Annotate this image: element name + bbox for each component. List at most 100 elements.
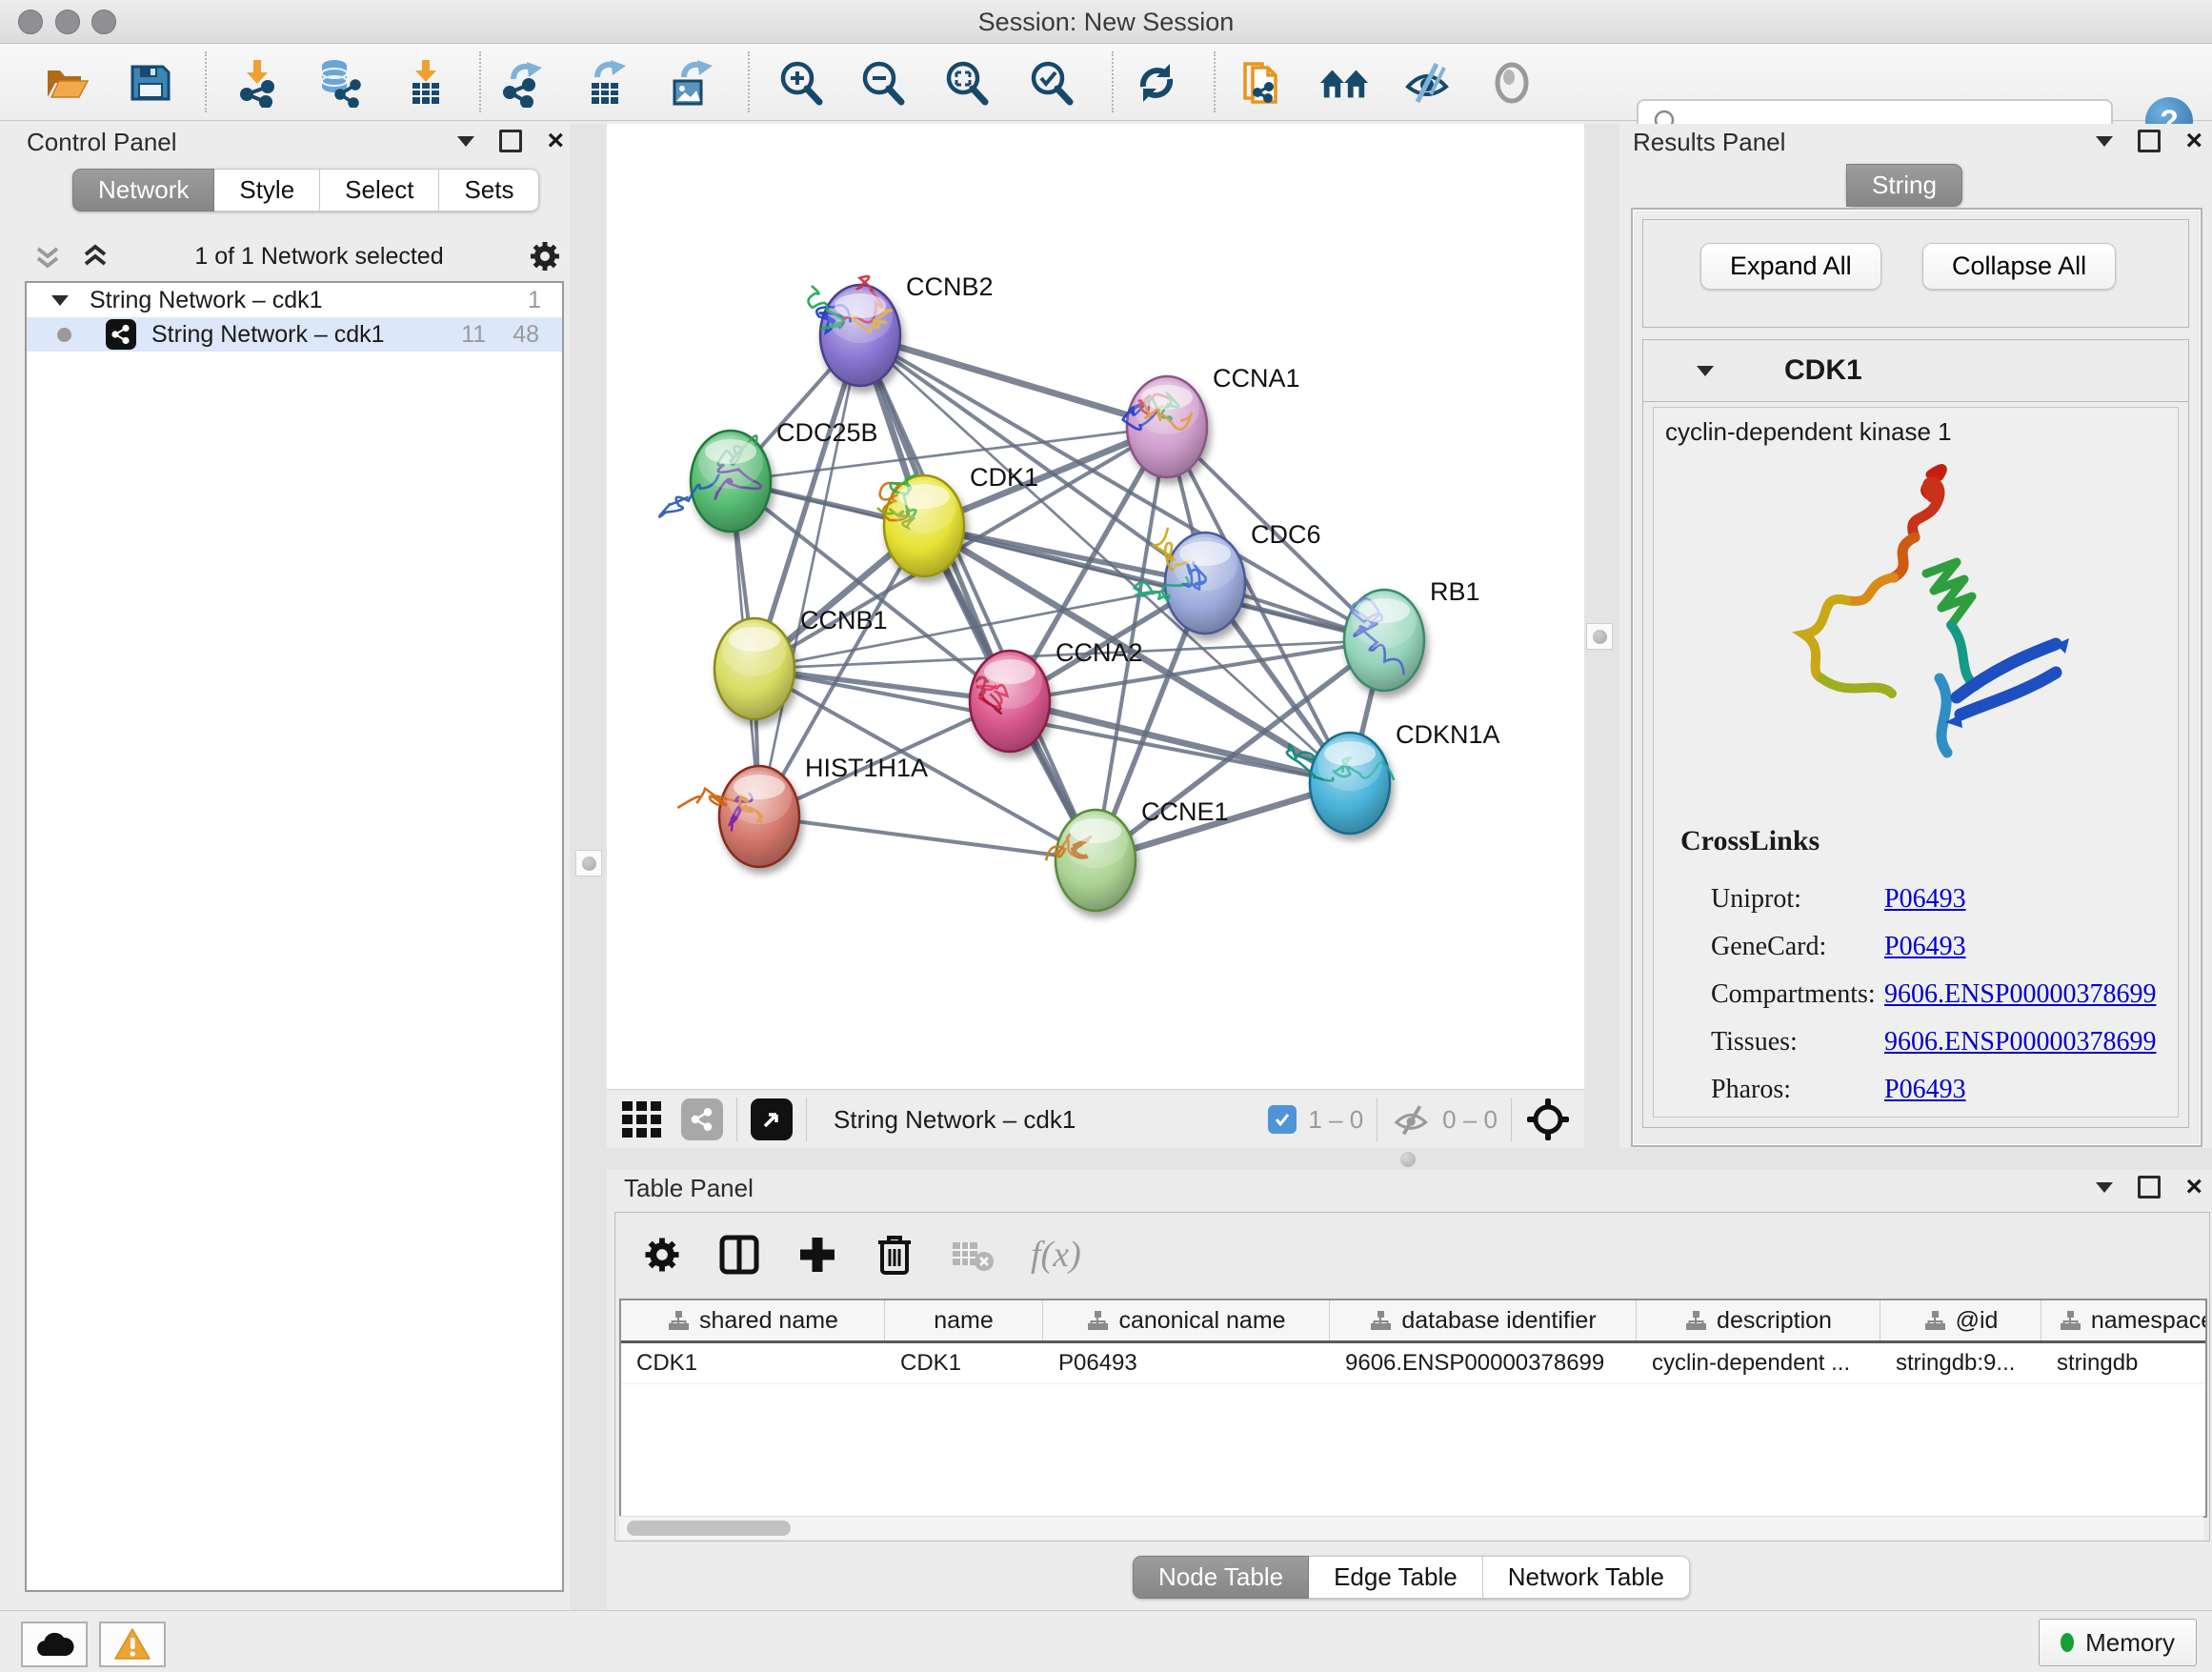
table-cell[interactable]: P06493 [1043,1343,1330,1383]
network-node-CDC25B[interactable]: CDC25B [659,418,877,532]
clone-network-button[interactable] [1237,57,1288,109]
memory-button[interactable]: Memory [2039,1619,2197,1666]
show-all-button[interactable] [1486,57,1538,109]
column-header-database-identifier[interactable]: database identifier [1330,1300,1637,1340]
table-horizontal-scrollbar[interactable] [619,1516,2203,1540]
tab-edge-table[interactable]: Edge Table [1309,1556,1483,1599]
scrollbar-thumb[interactable] [627,1521,791,1536]
grid-view-icon[interactable] [620,1098,670,1141]
protein-section-expander-icon[interactable] [1697,366,1714,376]
first-neighbors-button[interactable] [1318,57,1370,109]
eye-slash-icon [1402,58,1454,108]
node-navigator-crosshair-icon[interactable] [1525,1097,1571,1142]
control-panel-close-icon[interactable]: × [547,131,564,151]
column-header-description[interactable]: description [1637,1300,1880,1340]
zoom-in-button[interactable] [774,57,826,109]
crosslink-link[interactable]: 9606.ENSP00000378699 [1884,1027,2156,1058]
table-panel-float-icon[interactable] [2138,1176,2161,1199]
column-header-label: description [1717,1307,1832,1335]
table-cell[interactable]: stringdb [2041,1343,2207,1383]
hide-selected-button[interactable] [1402,57,1454,109]
network-node-CDK1[interactable]: CDK1 [877,463,1038,576]
network-selection-status: 1 of 1 Network selected [111,243,528,271]
table-panel-menu-icon[interactable] [2096,1182,2113,1193]
function-builder-icon[interactable]: f(x) [1031,1234,1081,1276]
import-table-file-button[interactable] [400,57,452,109]
table-cell[interactable]: 9606.ENSP00000378699 [1330,1343,1637,1383]
birdseye-view-icon[interactable] [751,1098,793,1140]
title-bar: Session: New Session [0,0,2212,44]
delete-table-icon[interactable] [951,1237,995,1273]
collapse-all-button[interactable]: Collapse All [1922,243,2116,290]
network-node-CCNB1[interactable]: CCNB1 [714,606,888,719]
hidden-eye-slash-icon[interactable] [1391,1100,1433,1138]
show-columns-icon[interactable] [718,1234,760,1276]
network-row[interactable]: String Network – cdk1 11 48 [27,317,562,352]
cloud-status-button[interactable] [21,1622,88,1667]
control-panel-float-icon[interactable] [499,130,522,152]
left-splitter-handle[interactable] [575,850,602,876]
zoom-fit-button[interactable] [940,57,992,109]
tab-network[interactable]: Network [72,169,214,212]
protein-name: CDK1 [1784,354,1862,387]
import-network-database-button[interactable] [312,57,364,109]
network-canvas[interactable]: CCNB2CCNA1CDC25BCDK1CDC6RB1CCNB1CCNA2CDK… [607,124,1584,1089]
crosslink-link[interactable]: P06493 [1884,884,1966,915]
table-cell[interactable]: cyclin-dependent ... [1637,1343,1880,1383]
network-collection-row[interactable]: String Network – cdk1 1 [27,283,562,317]
table-cell[interactable]: CDK1 [621,1343,885,1383]
network-options-gear-icon[interactable] [528,239,562,273]
horizontal-splitter-handle[interactable] [1400,1152,1416,1167]
right-splitter-handle[interactable] [1586,623,1613,650]
delete-column-trash-icon[interactable] [875,1233,915,1277]
network-node-HIST1H1A[interactable]: HIST1H1A [677,754,928,867]
network-edge-count: 48 [513,321,539,349]
results-panel-float-icon[interactable] [2138,130,2161,152]
crosslink-link[interactable]: 9606.ENSP00000378699 [1884,979,2156,1010]
collection-expander-icon[interactable] [51,295,69,306]
expand-all-button[interactable]: Expand All [1700,243,1881,290]
export-network-button[interactable] [499,57,551,109]
export-image-button[interactable] [666,57,717,109]
tab-string-results[interactable]: String [1846,164,1962,207]
view-string-icon[interactable] [681,1098,723,1140]
save-session-button[interactable] [125,57,176,109]
node-table: shared namenamecanonical namedatabase id… [619,1299,2207,1518]
results-panel-menu-icon[interactable] [2096,136,2113,147]
collapse-all-icon[interactable] [32,241,63,272]
table-options-gear-icon[interactable] [642,1235,682,1275]
zoom-out-button[interactable] [856,57,908,109]
table-cell[interactable]: stringdb:9... [1880,1343,2041,1383]
results-panel-close-icon[interactable]: × [2185,131,2202,151]
selected-nodes-checkbox-icon[interactable] [1268,1105,1297,1134]
create-column-plus-icon[interactable] [796,1234,838,1276]
column-header-namespace[interactable]: namespace [2041,1300,2207,1340]
network-node-RB1[interactable]: RB1 [1344,577,1480,691]
table-cell[interactable]: CDK1 [885,1343,1043,1383]
crosslink-row: GeneCard: P06493 [1711,932,2159,962]
column-header-shared-name[interactable]: shared name [621,1300,885,1340]
column-header-name[interactable]: name [885,1300,1043,1340]
tab-node-table[interactable]: Node Table [1133,1556,1309,1599]
open-session-button[interactable] [41,57,92,109]
table-panel-close-icon[interactable]: × [2185,1178,2202,1197]
export-table-icon [582,58,632,108]
warnings-button[interactable] [99,1622,166,1667]
network-node-CCNA1[interactable]: CCNA1 [1123,364,1300,477]
update-network-button[interactable] [1131,57,1182,109]
zoom-selected-button[interactable] [1025,57,1076,109]
column-header-canonical-name[interactable]: canonical name [1043,1300,1330,1340]
expand-all-icon[interactable] [80,241,111,272]
crosslink-link[interactable]: P06493 [1884,932,1966,962]
shared-column-icon [1086,1309,1109,1332]
import-network-file-button[interactable] [232,57,284,109]
crosslink-link[interactable]: P06493 [1884,1075,1966,1105]
table-row[interactable]: CDK1CDK1P064939606.ENSP00000378699cyclin… [621,1343,2205,1384]
column-header--id[interactable]: @id [1880,1300,2041,1340]
tab-network-table[interactable]: Network Table [1483,1556,1690,1599]
tab-select[interactable]: Select [320,169,439,212]
tab-sets[interactable]: Sets [439,169,539,212]
control-panel-menu-icon[interactable] [457,136,474,147]
export-table-button[interactable] [581,57,633,109]
tab-style[interactable]: Style [214,169,320,212]
